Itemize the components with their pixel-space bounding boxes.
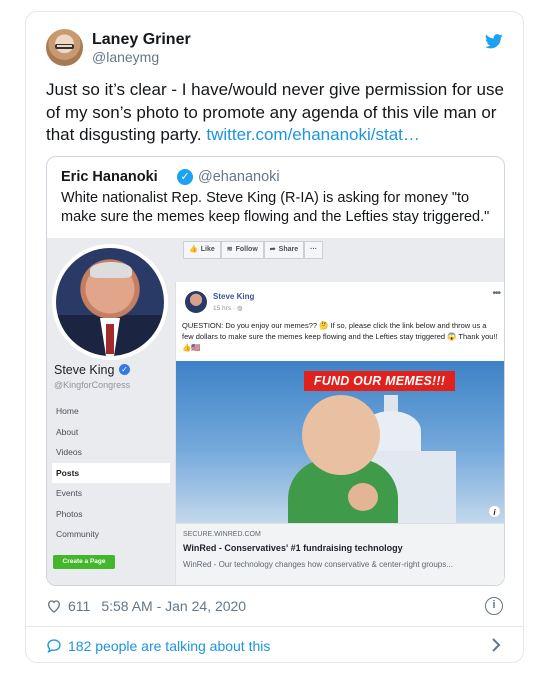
twitter-bird-icon[interactable]	[485, 34, 503, 49]
conversation-link[interactable]: 182 people are talking about this	[46, 636, 270, 656]
divider	[26, 626, 523, 627]
tweet-card: Laney Griner @laneymg Just so it’s clear…	[25, 11, 524, 663]
fb-post-image: FUND OUR MEMES!!! i	[176, 361, 504, 523]
speech-bubble-icon	[47, 639, 61, 654]
fb-nav-home: Home	[56, 406, 79, 416]
like-count[interactable]: 611	[68, 598, 90, 614]
fb-nav: Home About Videos Posts Events Photos Co…	[52, 401, 170, 545]
facebook-screenshot: Steve King ✓ @KingforCongress Home About…	[47, 238, 504, 585]
quote-author-handle[interactable]: @ehananoki	[198, 169, 280, 185]
fb-page-handle: @KingforCongress	[54, 380, 131, 390]
fb-post-avatar	[185, 291, 207, 313]
author-handle[interactable]: @laneymg	[92, 49, 159, 65]
fb-nav-about: About	[56, 426, 79, 437]
heart-icon[interactable]	[46, 598, 62, 614]
conversation-count[interactable]: 182 people are talking about this	[68, 638, 270, 654]
info-icon[interactable]: i	[485, 597, 503, 615]
fb-post: Steve King 15 hrs · ◍ ••• QUESTION: Do y…	[175, 282, 504, 585]
tweet-timestamp[interactable]: 5:58 AM - Jan 24, 2020	[101, 598, 246, 614]
fb-nav-videos: Videos	[56, 447, 82, 457]
fb-sidebar: Steve King ✓ @KingforCongress Home About…	[47, 238, 175, 585]
fb-share-label: Share	[278, 246, 299, 253]
fb-create-page-button: Create a Page	[53, 555, 115, 569]
fb-nav-community: Community	[56, 529, 99, 539]
tweet-meta: 611 5:58 AM - Jan 24, 2020	[46, 596, 246, 616]
fb-post-text: QUESTION: Do you enjoy our memes?? 🤔 If …	[182, 321, 498, 352]
quote-text: White nationalist Rep. Steve King (R-IA)…	[61, 190, 490, 225]
quoted-tweet-link[interactable]: twitter.com/ehananoki/stat…	[206, 125, 420, 144]
fb-link-title: WinRed - Conservatives' #1 fundraising t…	[183, 543, 403, 553]
author-name[interactable]: Laney Griner	[92, 31, 191, 49]
fb-follow-label: Follow	[235, 246, 258, 253]
fb-nav-posts: Posts	[52, 462, 170, 483]
fb-like-icon: 👍	[189, 246, 198, 253]
fb-share-button: ➦ Share	[263, 241, 305, 259]
fb-post-time: 15 hrs · ◍	[213, 305, 243, 312]
chevron-right-icon[interactable]	[491, 638, 501, 652]
fb-nav-events: Events	[56, 488, 82, 498]
fb-more-button: ···	[304, 241, 324, 259]
fb-post-more-icon: •••	[492, 288, 500, 299]
tweet-text: Just so it’s clear - I have/would never …	[46, 79, 508, 147]
fb-link-preview: SECURE.WINRED.COM WinRed - Conservatives…	[176, 523, 504, 585]
fb-share-icon: ➦	[269, 246, 276, 253]
fb-action-bar: 👍 Like ≋ Follow ➦ Share ···	[183, 241, 324, 259]
success-kid	[288, 395, 398, 523]
fb-link-description: WinRed - Our technology changes how cons…	[183, 560, 453, 569]
quote-author-name[interactable]: Eric Hananoki	[61, 169, 158, 185]
fb-link-domain: SECURE.WINRED.COM	[183, 531, 261, 538]
verified-icon: ✓	[177, 169, 193, 185]
fb-nav-photos: Photos	[56, 508, 83, 519]
fb-page-name: Steve King	[54, 363, 115, 377]
quoted-tweet[interactable]: Eric Hananoki ✓ @ehananoki White nationa…	[46, 156, 505, 586]
fund-memes-banner: FUND OUR MEMES!!!	[304, 371, 455, 391]
image-info-icon: i	[488, 505, 501, 518]
fb-like-button: 👍 Like	[183, 241, 221, 259]
fb-verified-icon: ✓	[119, 364, 130, 375]
fb-post-author: Steve King	[213, 292, 255, 301]
fb-follow-button: ≋ Follow	[220, 241, 264, 259]
fb-like-label: Like	[200, 246, 215, 253]
fb-profile-photo	[52, 244, 168, 360]
fb-rss-icon: ≋	[226, 246, 233, 253]
author-avatar[interactable]	[46, 29, 83, 66]
